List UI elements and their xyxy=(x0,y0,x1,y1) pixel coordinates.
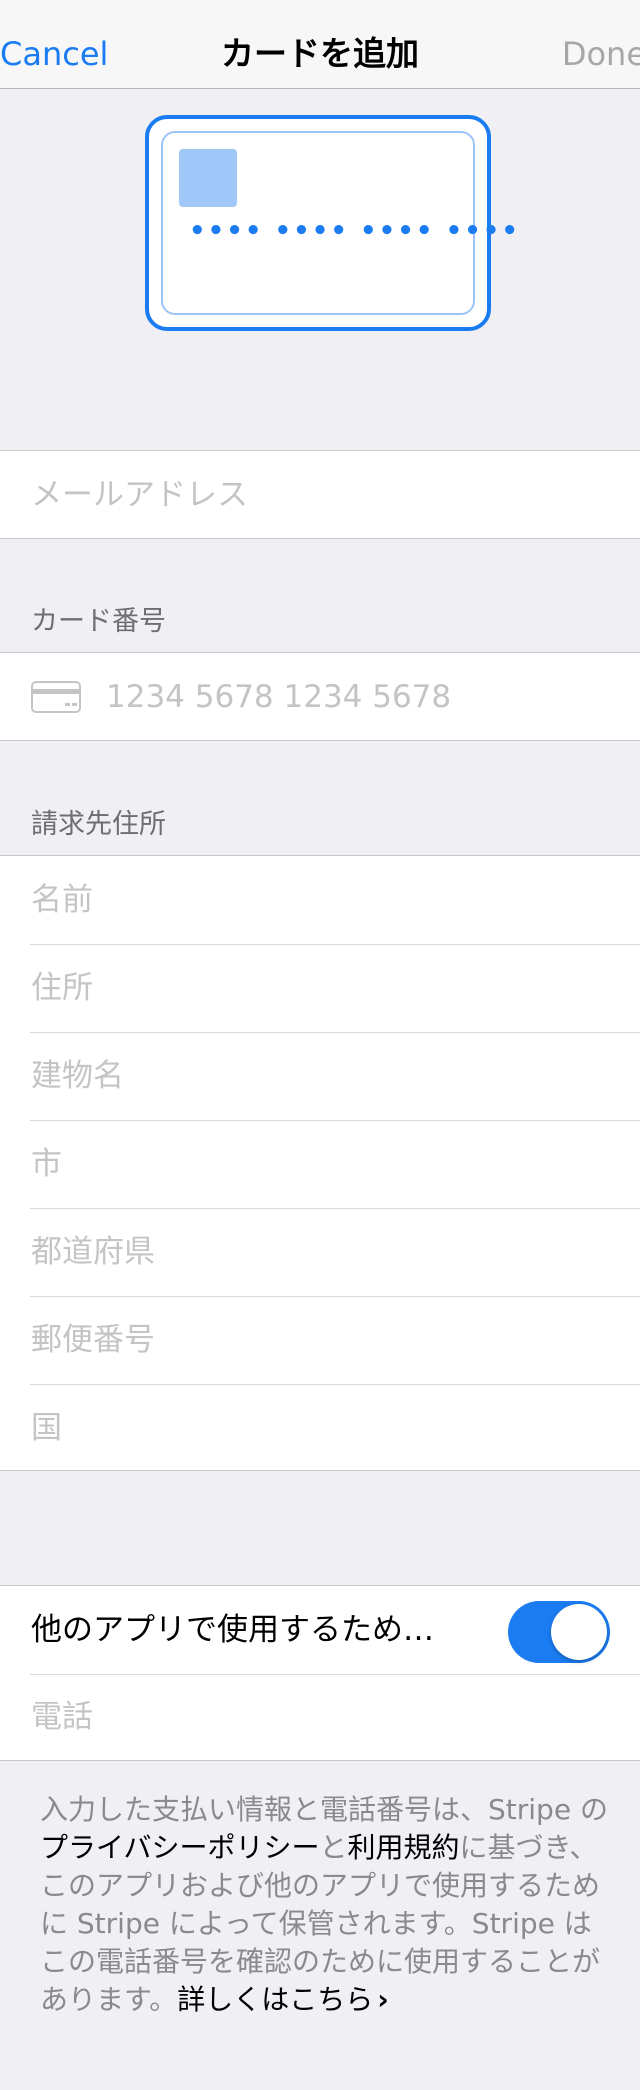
navigation-bar: Cancel カードを追加 Done xyxy=(0,0,640,89)
billing-address-group: 名前 住所 建物名 市 都道府県 郵便番号 国 xyxy=(0,855,640,1471)
billing-city-input[interactable]: 市 xyxy=(31,1144,62,1184)
toggle-knob xyxy=(551,1604,607,1660)
billing-building-row[interactable]: 建物名 xyxy=(0,1032,640,1120)
card-chip-icon xyxy=(179,149,237,207)
billing-prefecture-input[interactable]: 都道府県 xyxy=(31,1232,155,1272)
row-divider xyxy=(30,1032,640,1033)
terms-of-service-link[interactable]: 利用規約 xyxy=(347,1831,459,1864)
billing-address-input[interactable]: 住所 xyxy=(31,968,93,1008)
save-toggle-switch[interactable] xyxy=(508,1601,610,1663)
billing-building-input[interactable]: 建物名 xyxy=(31,1056,124,1096)
legal-text-1: 入力した支払い情報と電話番号は、Stripe の xyxy=(40,1793,608,1826)
card-number-input[interactable]: 1234 5678 1234 5678 xyxy=(106,677,451,717)
card-number-row[interactable]: 1234 5678 1234 5678 xyxy=(0,652,640,741)
save-toggle-label: 他のアプリで使用するため… xyxy=(31,1612,434,1648)
phone-input[interactable]: 電話 xyxy=(31,1697,93,1737)
billing-country-row[interactable]: 国 xyxy=(0,1384,640,1470)
billing-country-input[interactable]: 国 xyxy=(31,1408,62,1448)
legal-text-2: と xyxy=(319,1831,348,1864)
billing-address-row[interactable]: 住所 xyxy=(0,944,640,1032)
privacy-policy-link[interactable]: プライバシーポリシー xyxy=(40,1831,319,1864)
save-info-group: 他のアプリで使用するため… 電話 xyxy=(0,1585,640,1761)
row-divider xyxy=(30,1384,640,1385)
row-divider xyxy=(30,944,640,945)
done-button[interactable]: Done xyxy=(562,32,640,76)
save-toggle-row[interactable]: 他のアプリで使用するため… xyxy=(0,1586,640,1674)
email-input[interactable]: メールアドレス xyxy=(31,475,248,515)
row-divider xyxy=(30,1674,640,1675)
billing-name-input[interactable]: 名前 xyxy=(31,880,93,920)
billing-prefecture-row[interactable]: 都道府県 xyxy=(0,1208,640,1296)
billing-name-row[interactable]: 名前 xyxy=(0,856,640,944)
row-divider xyxy=(30,1120,640,1121)
legal-disclaimer: 入力した支払い情報と電話番号は、Stripe のプライバシーポリシーと利用規約に… xyxy=(40,1791,610,2019)
card-preview-inner: •••• •••• •••• •••• xyxy=(161,131,518,315)
card-preview: •••• •••• •••• •••• xyxy=(145,115,518,331)
credit-card-icon xyxy=(31,681,81,713)
chevron-right-icon: › xyxy=(377,1983,389,2016)
page-title: カードを追加 xyxy=(221,34,419,73)
learn-more-link[interactable]: 詳しくはこちら xyxy=(177,1983,373,2016)
billing-postal-code-input[interactable]: 郵便番号 xyxy=(31,1320,155,1360)
billing-header: 請求先住所 xyxy=(31,809,166,840)
phone-row[interactable]: 電話 xyxy=(0,1674,640,1760)
email-row[interactable]: メールアドレス xyxy=(0,450,640,539)
card-number-header: カード番号 xyxy=(31,606,166,637)
billing-postal-code-row[interactable]: 郵便番号 xyxy=(0,1296,640,1384)
card-number-mask: •••• •••• •••• •••• xyxy=(189,216,521,246)
billing-city-row[interactable]: 市 xyxy=(0,1120,640,1208)
row-divider xyxy=(30,1296,640,1297)
row-divider xyxy=(30,1208,640,1209)
